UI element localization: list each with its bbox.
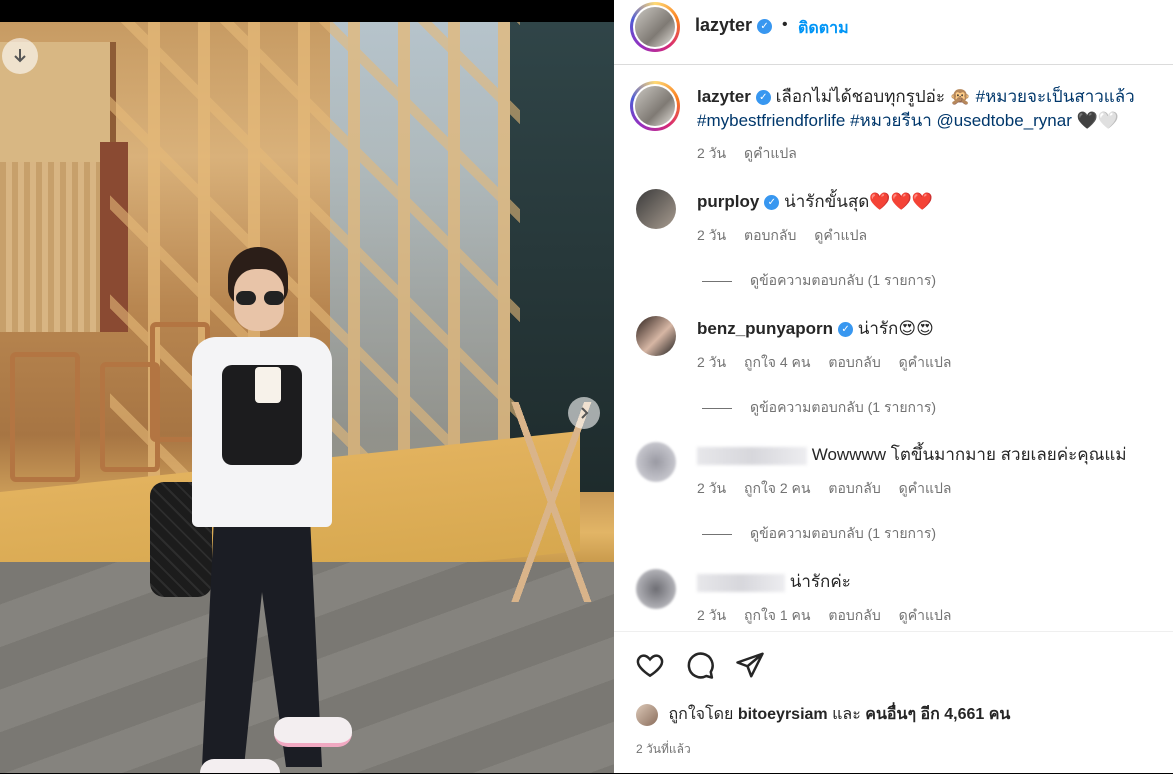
comment-meta: 2 วัน ตอบกลับ ดูคำแปล (697, 225, 881, 247)
follow-button[interactable]: ติดตาม (798, 16, 849, 41)
likes-summary: ถูกใจโดย bitoeyrsiam และ คนอื่นๆ อีก 4,6… (636, 702, 1010, 727)
comment-text: น่ารักค่ะ (697, 570, 1152, 594)
liked-by-and: และ (832, 706, 861, 723)
chevron-right-svg (581, 407, 589, 419)
comment-text: purploy ✓ น่ารักขั้นสุด❤️❤️❤️ (697, 190, 1152, 214)
photo-cup (255, 367, 281, 403)
liker-avatar[interactable] (636, 703, 658, 726)
comment-icon[interactable] (685, 650, 715, 680)
photo-person (150, 247, 370, 773)
comment-time: 2 วัน (697, 227, 727, 243)
post-actions: ถูกใจโดย bitoeyrsiam และ คนอื่นๆ อีก 4,6… (614, 631, 1173, 774)
liked-by-prefix: ถูกใจโดย (668, 706, 734, 723)
hashtag-link[interactable]: #mybestfriendforlife (697, 111, 845, 130)
comment-time: 2 วัน (697, 607, 727, 623)
caption-emoji: 🖤🤍 (1076, 111, 1119, 130)
caption-avatar[interactable] (630, 81, 680, 131)
comment-item: purploy ✓ น่ารักขั้นสุด❤️❤️❤️ 2 วัน ตอบกล… (636, 189, 1156, 269)
translate-link[interactable]: ดูคำแปล (899, 354, 952, 370)
translate-link[interactable]: ดูคำแปล (899, 480, 952, 496)
verified-icon: ✓ (755, 90, 771, 106)
comment-avatar[interactable] (636, 189, 676, 229)
heart-svg (636, 654, 664, 678)
comment-meta: 2 วัน ถูกใจ 2 คน ตอบกลับ ดูคำแปล (697, 478, 965, 500)
reply-link[interactable]: ตอบกลับ (828, 607, 880, 623)
caption-body: เลือกไม่ได้ชอบทุกรูปอ่ะ 🙊 (775, 87, 971, 106)
comment-item: benz_punyaporn ✓ น่ารัก😍😍 2 วัน ถูกใจ 4 ค… (636, 316, 1156, 396)
caption-text: lazyter ✓ เลือกไม่ได้ชอบทุกรูปอ่ะ 🙊 #หมวย… (697, 85, 1152, 133)
comment-avatar[interactable] (636, 442, 676, 482)
header-username[interactable]: lazyter ✓ (695, 15, 773, 36)
comment-body: น่ารักค่ะ (789, 572, 851, 591)
reply-link[interactable]: ตอบกลับ (744, 227, 796, 243)
download-icon[interactable] (2, 38, 38, 74)
hashtag-link[interactable]: #หมวยจะเป็นสาวแล้ว (976, 87, 1135, 106)
reply-link[interactable]: ตอบกลับ (828, 354, 880, 370)
comment-username-blurred[interactable] (697, 446, 807, 465)
translate-link[interactable]: ดูคำแปล (744, 145, 797, 161)
comment-item: Wowwww โตขึ้นมากมาย สวยเลยค่ะคุณแม่ 2 วั… (636, 442, 1156, 522)
translate-link[interactable]: ดูคำแปล (899, 607, 952, 623)
comment-avatar[interactable] (636, 569, 676, 609)
verified-icon: ✓ (838, 322, 854, 338)
comment-username[interactable]: benz_punyaporn (697, 319, 833, 338)
comment-time: 2 วัน (697, 354, 727, 370)
view-replies-link[interactable]: ดูข้อความตอบกลับ (1 รายการ) (702, 397, 936, 419)
photo-sign (500, 402, 610, 602)
comment-svg (687, 652, 714, 679)
likes-link[interactable]: ถูกใจ 1 คน (744, 607, 811, 623)
liked-by-others-link[interactable]: คนอื่นๆ อีก 4,661 คน (865, 706, 1010, 723)
comment-text: Wowwww โตขึ้นมากมาย สวยเลยค่ะคุณแม่ (697, 443, 1152, 467)
verified-icon: ✓ (757, 18, 773, 34)
comment-username[interactable]: purploy (697, 192, 759, 211)
caption-username[interactable]: lazyter (697, 87, 751, 106)
comments-list[interactable]: lazyter ✓ เลือกไม่ได้ชอบทุกรูปอ่ะ 🙊 #หมวย… (614, 64, 1173, 631)
photo-chair (10, 352, 80, 482)
comment-meta: 2 วัน ถูกใจ 4 คน ตอบกลับ ดูคำแปล (697, 352, 965, 374)
photo-shoe (274, 717, 352, 747)
next-icon[interactable] (568, 397, 600, 429)
verified-icon: ✓ (764, 195, 780, 211)
comment-time: 2 วัน (697, 480, 727, 496)
photo-sunglasses (234, 291, 286, 305)
comment-text: benz_punyaporn ✓ น่ารัก😍😍 (697, 317, 1152, 341)
hashtag-link[interactable]: #หมวยรีนา (850, 111, 932, 130)
caption-time: 2 วัน (697, 145, 727, 161)
view-replies-link[interactable]: ดูข้อความตอบกลับ (1 รายการ) (702, 523, 936, 545)
comment-body: น่ารัก😍😍 (857, 319, 934, 338)
comment-body: Wowwww โตขึ้นมากมาย สวยเลยค่ะคุณแม่ (811, 445, 1127, 464)
photo-shoe (200, 759, 280, 773)
comment-body: น่ารักขั้นสุด❤️❤️❤️ (784, 192, 933, 211)
post-panel: lazyter ✓ • ติดตาม lazyter ✓ เลือกไม่ได้ชอ… (614, 0, 1173, 773)
translate-link[interactable]: ดูคำแปล (814, 227, 867, 243)
comment-item: น่ารักค่ะ 2 วัน ถูกใจ 1 คน ตอบกลับ ดูคำแ… (636, 569, 1156, 631)
share-icon[interactable] (735, 650, 765, 680)
photo-door (0, 162, 100, 332)
likes-link[interactable]: ถูกใจ 2 คน (744, 480, 811, 496)
caption: lazyter ✓ เลือกไม่ได้ชอบทุกรูปอ่ะ 🙊 #หมวย… (630, 81, 1156, 161)
heart-icon[interactable] (635, 650, 665, 680)
reply-link[interactable]: ตอบกลับ (828, 480, 880, 496)
share-svg (736, 652, 764, 678)
view-replies-link[interactable]: ดูข้อความตอบกลับ (1 รายการ) (702, 270, 936, 292)
comment-username-blurred[interactable] (697, 573, 785, 592)
header-username-text[interactable]: lazyter (695, 15, 752, 35)
likes-link[interactable]: ถูกใจ 4 คน (744, 354, 811, 370)
post-time: 2 วันที่แล้ว (636, 742, 691, 756)
mention-link[interactable]: @usedtobe_rynar (936, 111, 1071, 130)
caption-meta: 2 วัน ดูคำแปล (697, 143, 811, 165)
post-photo[interactable] (0, 22, 614, 773)
avatar[interactable] (630, 2, 680, 52)
download-arrow-svg (14, 49, 26, 63)
comment-meta: 2 วัน ถูกใจ 1 คน ตอบกลับ ดูคำแปล (697, 605, 965, 627)
separator-dot: • (782, 16, 788, 33)
comment-avatar[interactable] (636, 316, 676, 356)
liked-by-user[interactable]: bitoeyrsiam (738, 706, 828, 723)
post-header: lazyter ✓ • ติดตาม (614, 0, 1173, 65)
